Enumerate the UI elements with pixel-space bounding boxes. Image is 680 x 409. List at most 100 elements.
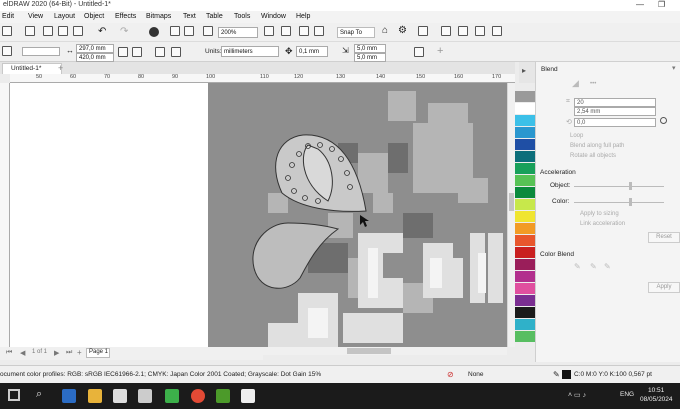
palette-swatch[interactable]	[515, 187, 525, 198]
menu-table[interactable]: Table	[206, 13, 223, 20]
add-page-icon[interactable]: +	[77, 348, 82, 357]
palette-swatch[interactable]	[515, 331, 525, 342]
palette-swatch[interactable]	[525, 319, 535, 330]
color-slider-thumb[interactable]	[629, 198, 632, 206]
docker-menu-icon[interactable]: ▾	[672, 64, 676, 72]
next-page-icon[interactable]: ▶	[54, 349, 59, 357]
duplicate-y-field[interactable]: 5,0 mm	[354, 53, 386, 62]
align-icon[interactable]	[441, 26, 451, 36]
palette-swatch[interactable]	[515, 163, 525, 174]
palette-swatch[interactable]	[525, 307, 535, 318]
palette-swatch[interactable]	[515, 211, 525, 222]
clock-date[interactable]: 08/05/2024	[640, 396, 673, 403]
palette-swatch[interactable]	[515, 283, 525, 294]
start-icon[interactable]	[8, 389, 20, 401]
first-page-icon[interactable]: ⏮	[6, 349, 12, 357]
upload-icon[interactable]	[458, 26, 468, 36]
palette-swatch[interactable]	[515, 127, 525, 138]
menu-tools[interactable]: Tools	[234, 13, 250, 20]
palette-swatch[interactable]	[515, 259, 525, 270]
reset-button[interactable]: Reset	[648, 232, 680, 243]
add-icon[interactable]: +	[437, 45, 443, 57]
launch-icon[interactable]	[418, 26, 428, 36]
portrait-icon[interactable]	[118, 47, 128, 57]
file-explorer-icon[interactable]	[88, 389, 102, 403]
page-preset-icon[interactable]	[2, 46, 12, 56]
page-tab[interactable]: Page 1	[86, 348, 110, 358]
coreldraw-icon[interactable]	[216, 389, 230, 403]
search-content-icon[interactable]	[149, 27, 159, 37]
palette-swatch[interactable]	[515, 151, 525, 162]
outline-pen-icon[interactable]: ✎	[553, 370, 560, 379]
palette-swatch[interactable]	[525, 211, 535, 222]
options-icon[interactable]	[492, 26, 502, 36]
docker-arrow-icon[interactable]: ▸	[522, 66, 526, 75]
last-page-icon[interactable]: ⏭	[66, 349, 72, 357]
palette-swatch[interactable]	[515, 115, 525, 126]
search-icon[interactable]: ⌕	[36, 388, 42, 401]
palette-swatch[interactable]	[525, 271, 535, 282]
all-pages-icon[interactable]	[155, 47, 165, 57]
paste-icon[interactable]	[73, 26, 83, 36]
apply-button[interactable]: Apply	[648, 282, 680, 293]
prev-page-icon[interactable]: ◀	[20, 349, 25, 357]
horizontal-scroll-thumb[interactable]	[347, 348, 391, 354]
palette-swatch[interactable]	[525, 259, 535, 270]
gear-icon[interactable]: ⚙	[398, 25, 407, 36]
vertical-ruler[interactable]	[0, 83, 10, 347]
object-acceleration-slider[interactable]	[574, 186, 664, 187]
chrome-icon[interactable]	[191, 389, 205, 403]
palette-swatch[interactable]	[525, 91, 535, 102]
save-icon[interactable]	[25, 26, 35, 36]
palette-swatch[interactable]	[525, 331, 535, 342]
palette-swatch[interactable]	[525, 127, 535, 138]
page-height-field[interactable]: 420,0 mm	[76, 53, 114, 62]
palette-swatch[interactable]	[515, 235, 525, 246]
menu-view[interactable]: View	[28, 13, 43, 20]
blend-steps-field[interactable]: 20	[574, 98, 656, 107]
app-green-icon[interactable]	[165, 389, 179, 403]
palette-swatch[interactable]	[525, 151, 535, 162]
clock-time[interactable]: 10:51	[648, 387, 664, 394]
units-select[interactable]: millimeters	[221, 46, 279, 57]
home-icon[interactable]: ⌂	[382, 25, 388, 36]
restore-icon[interactable]: ❐	[658, 0, 665, 9]
palette-swatch[interactable]	[515, 223, 525, 234]
show-rulers-icon[interactable]	[281, 26, 291, 36]
palette-swatch[interactable]	[525, 187, 535, 198]
drawing-canvas[interactable]	[10, 83, 507, 347]
palette-swatch[interactable]	[515, 319, 525, 330]
blend-preset-icon[interactable]: ◢	[572, 78, 579, 89]
palette-swatch[interactable]	[525, 199, 535, 210]
clockwise-blend-icon[interactable]: ✎	[590, 262, 597, 271]
palette-swatch[interactable]	[515, 139, 525, 150]
palette-swatch[interactable]	[515, 295, 525, 306]
palette-swatch[interactable]	[515, 103, 525, 114]
palette-swatch[interactable]	[525, 139, 535, 150]
notes-icon[interactable]	[241, 389, 255, 403]
palette-swatch[interactable]	[515, 91, 525, 102]
vertical-scroll-thumb[interactable]	[509, 193, 514, 211]
new-tab-icon[interactable]: +	[58, 63, 63, 73]
publish-pdf-icon[interactable]	[203, 26, 213, 36]
bitmap-photo[interactable]	[208, 83, 507, 347]
palette-swatch[interactable]	[525, 115, 535, 126]
menu-layout[interactable]: Layout	[54, 13, 75, 20]
minimize-icon[interactable]: —	[636, 0, 644, 9]
zoom-level-select[interactable]: 200%	[218, 27, 258, 38]
page-bounding-icon[interactable]	[414, 47, 424, 57]
palette-swatch[interactable]	[525, 295, 535, 306]
duplicate-x-field[interactable]: 5,0 mm	[354, 44, 386, 53]
redo-icon[interactable]: ↷	[120, 26, 128, 37]
mail-icon[interactable]	[138, 389, 152, 403]
rotation-center-icon[interactable]	[660, 117, 667, 124]
document-tab[interactable]: Untitled-1*	[2, 63, 62, 74]
menu-object[interactable]: Object	[84, 13, 104, 20]
link-acceleration-option[interactable]: Link acceleration	[580, 221, 625, 227]
palette-swatch[interactable]	[515, 247, 525, 258]
nudge-distance-field[interactable]: 0,1 mm	[296, 46, 328, 57]
current-page-icon[interactable]	[171, 47, 181, 57]
language-indicator[interactable]: ENG	[620, 391, 634, 398]
menu-bitmaps[interactable]: Bitmaps	[146, 13, 171, 20]
palette-swatch[interactable]	[525, 247, 535, 258]
